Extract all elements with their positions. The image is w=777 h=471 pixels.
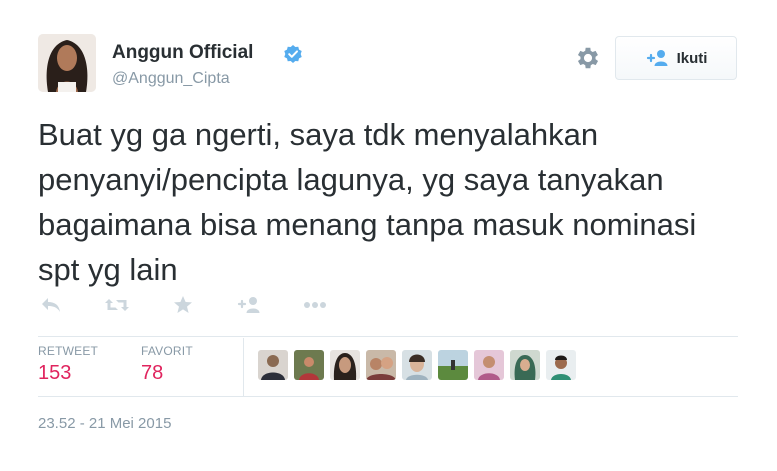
user-avatar-1[interactable] xyxy=(258,350,288,380)
favorite-stat[interactable]: FAVORIT 78 xyxy=(141,344,193,385)
reply-icon[interactable] xyxy=(38,292,64,318)
more-icon[interactable] xyxy=(302,292,328,318)
user-avatar-4[interactable] xyxy=(366,350,396,380)
favorite-icon[interactable] xyxy=(170,292,196,318)
user-display-name[interactable]: Anggun Official xyxy=(112,42,253,64)
tweet-timestamp[interactable]: 23.52 - 21 Mei 2015 xyxy=(38,415,171,432)
tweet-text: Buat yg ga ngerti, saya tdk menyalahkan … xyxy=(38,117,697,287)
verified-badge-icon xyxy=(284,45,302,63)
interacting-users xyxy=(258,350,576,380)
user-avatar-7[interactable] xyxy=(474,350,504,380)
divider-top xyxy=(38,336,738,337)
user-handle[interactable]: @Anggun_Cipta xyxy=(112,70,230,88)
user-avatar-9[interactable] xyxy=(546,350,576,380)
retweet-count: 153 xyxy=(38,362,72,384)
retweet-stat[interactable]: RETWEET 153 xyxy=(38,344,98,385)
gear-icon[interactable] xyxy=(574,44,602,72)
avatar[interactable] xyxy=(38,34,96,92)
retweet-icon[interactable] xyxy=(104,292,130,318)
follow-button[interactable]: Ikuti xyxy=(615,36,737,80)
user-avatar-6[interactable] xyxy=(438,350,468,380)
follow-icon[interactable] xyxy=(236,292,262,318)
tweet-actions xyxy=(38,292,368,318)
divider-bottom xyxy=(38,396,738,397)
follow-button-label: Ikuti xyxy=(676,49,708,67)
user-avatar-5[interactable] xyxy=(402,350,432,380)
user-avatar-3[interactable] xyxy=(330,350,360,380)
favorite-count: 78 xyxy=(141,362,164,384)
add-person-icon xyxy=(646,50,668,66)
stats-separator xyxy=(243,338,244,396)
user-avatar-8[interactable] xyxy=(510,350,540,380)
retweet-stat-label: RETWEET xyxy=(38,344,99,358)
favorite-stat-label: FAVORIT xyxy=(141,344,193,358)
user-avatar-2[interactable] xyxy=(294,350,324,380)
